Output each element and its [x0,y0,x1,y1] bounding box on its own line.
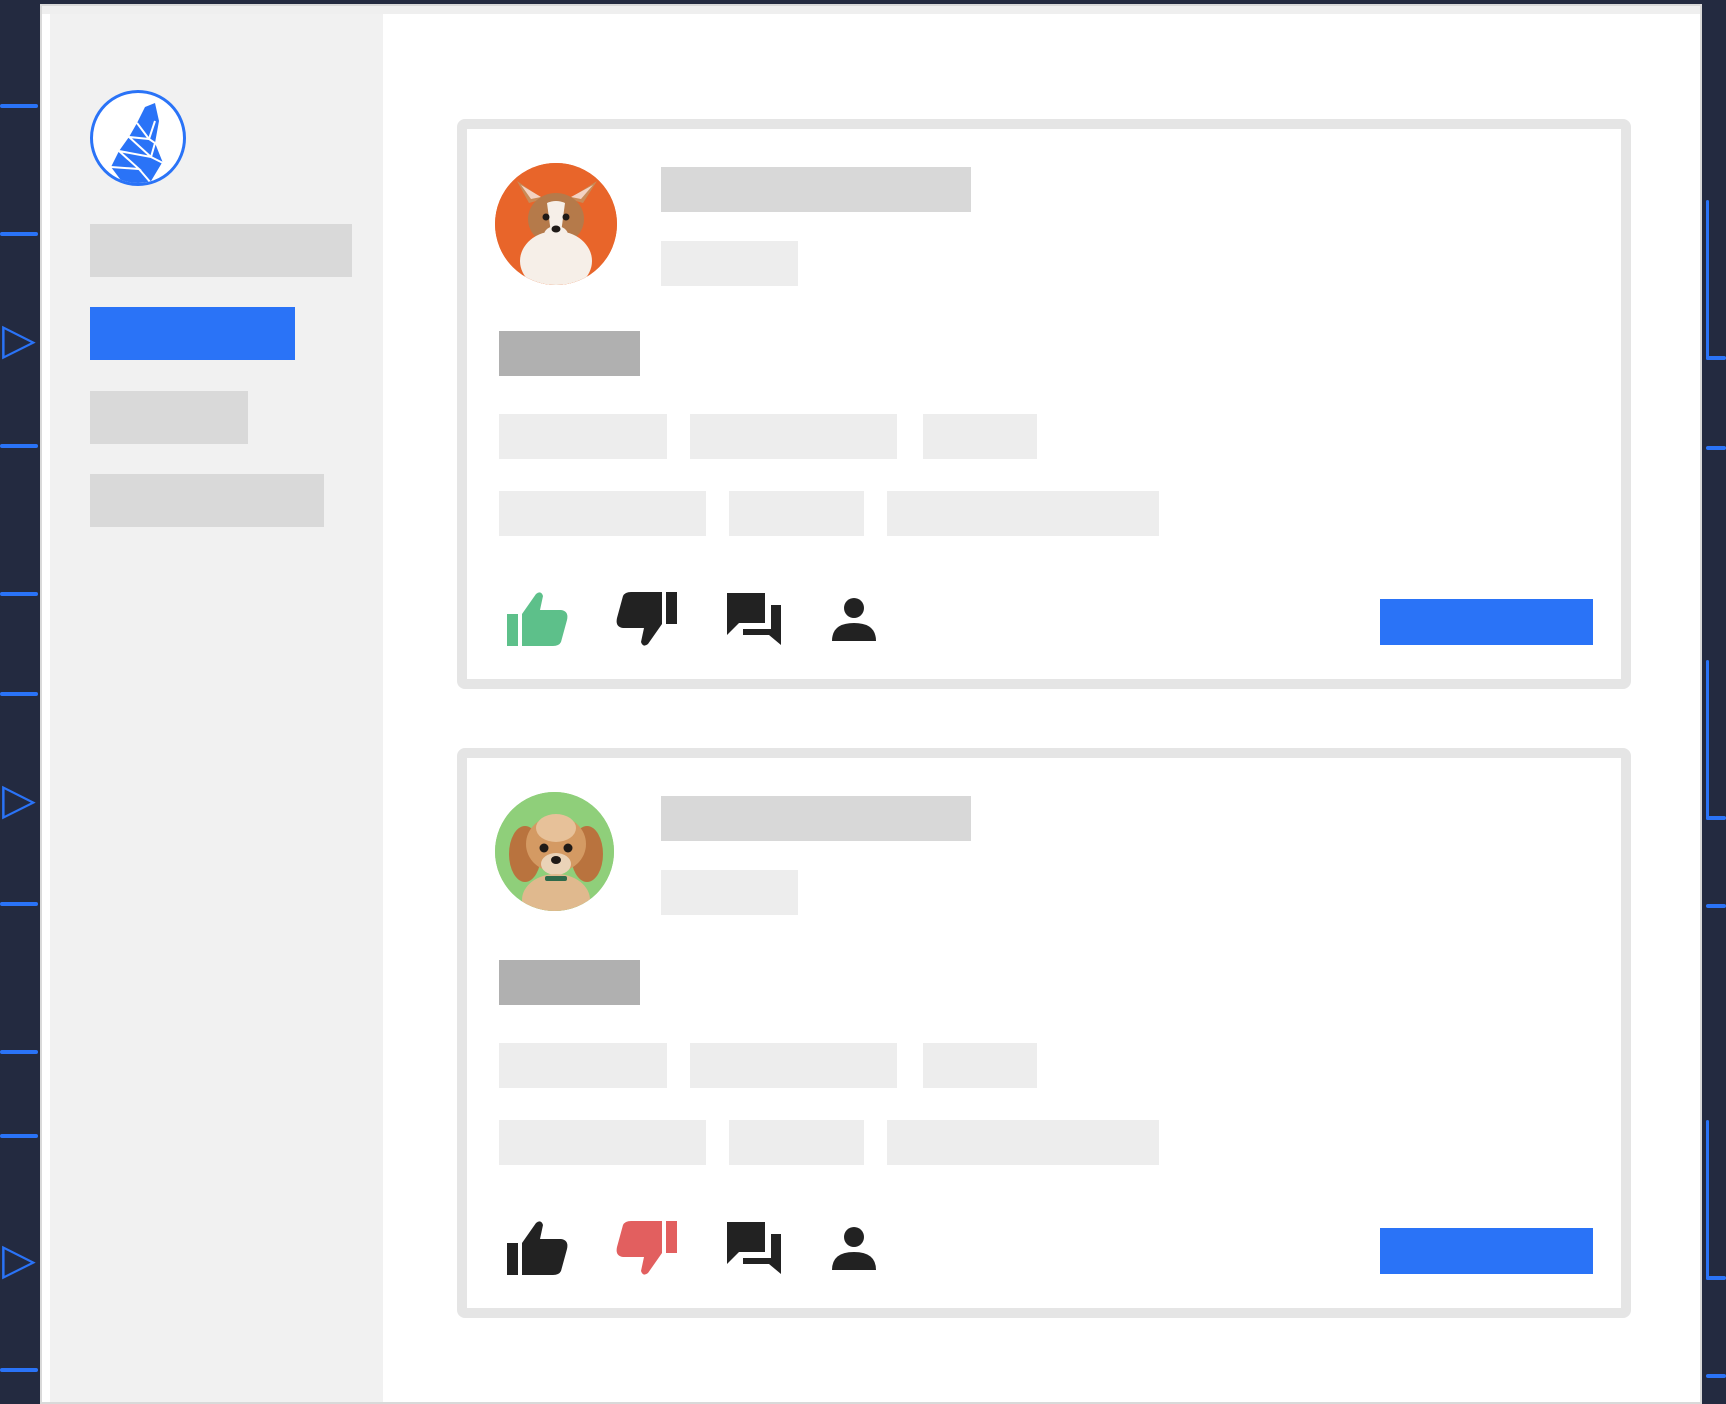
post-text-line [923,1043,1037,1088]
sidebar-item-3[interactable] [90,391,248,444]
sidebar-item-2[interactable] [90,307,295,360]
action-button[interactable] [1380,1228,1593,1274]
post-category [499,331,640,376]
post-text-line [887,491,1159,536]
bg-mark [0,592,38,596]
post-text-line [499,1120,706,1165]
post-card [457,748,1631,1318]
post-author-name [661,796,971,841]
comments-icon[interactable] [719,584,789,654]
bg-mark [0,1134,38,1138]
post-text-line [729,491,864,536]
post-meta [661,241,798,286]
post-text-line [499,491,706,536]
bg-mark [0,1050,38,1054]
thumbs-up-icon[interactable] [503,584,573,654]
terrier-avatar[interactable] [495,792,614,911]
post-meta [661,870,798,915]
thumbs-down-icon[interactable] [611,1213,681,1283]
bg-mark [1706,1276,1726,1280]
window-top-bar [42,6,1700,14]
sidebar [50,14,383,1402]
comments-icon[interactable] [719,1213,789,1283]
bg-mark [0,444,38,448]
bg-mark [1706,446,1726,450]
post-text-line [887,1120,1159,1165]
post-author-name [661,167,971,212]
thumbs-up-icon[interactable] [503,1213,573,1283]
bg-mark [1706,1120,1709,1280]
bg-mark [0,104,38,108]
bg-mark [1706,200,1709,360]
sidebar-item-4[interactable] [90,474,324,527]
bg-mark [1706,356,1726,360]
app-window [40,4,1702,1404]
post-text-line [690,414,897,459]
bg-triangle: ▷ [2,315,36,364]
bg-triangle: ▷ [2,1235,36,1284]
bg-mark [0,232,38,236]
post-card [457,119,1631,689]
bg-mark [0,692,38,696]
sidebar-item-1[interactable] [90,224,352,277]
bg-mark [1706,660,1709,820]
person-icon[interactable] [819,1213,889,1283]
bg-triangle: ▷ [2,775,36,824]
bg-mark [1706,904,1726,908]
bg-mark [1706,1374,1726,1378]
thumbs-down-icon[interactable] [611,584,681,654]
post-text-line [690,1043,897,1088]
bg-mark [0,1368,38,1372]
post-text-line [499,414,667,459]
post-category [499,960,640,1005]
post-text-line [729,1120,864,1165]
corgi-avatar[interactable] [495,163,617,285]
post-text-line [923,414,1037,459]
bg-mark [0,902,38,906]
logo-icon[interactable] [90,90,186,186]
bg-mark [1706,816,1726,820]
post-text-line [499,1043,667,1088]
action-button[interactable] [1380,599,1593,645]
person-icon[interactable] [819,584,889,654]
